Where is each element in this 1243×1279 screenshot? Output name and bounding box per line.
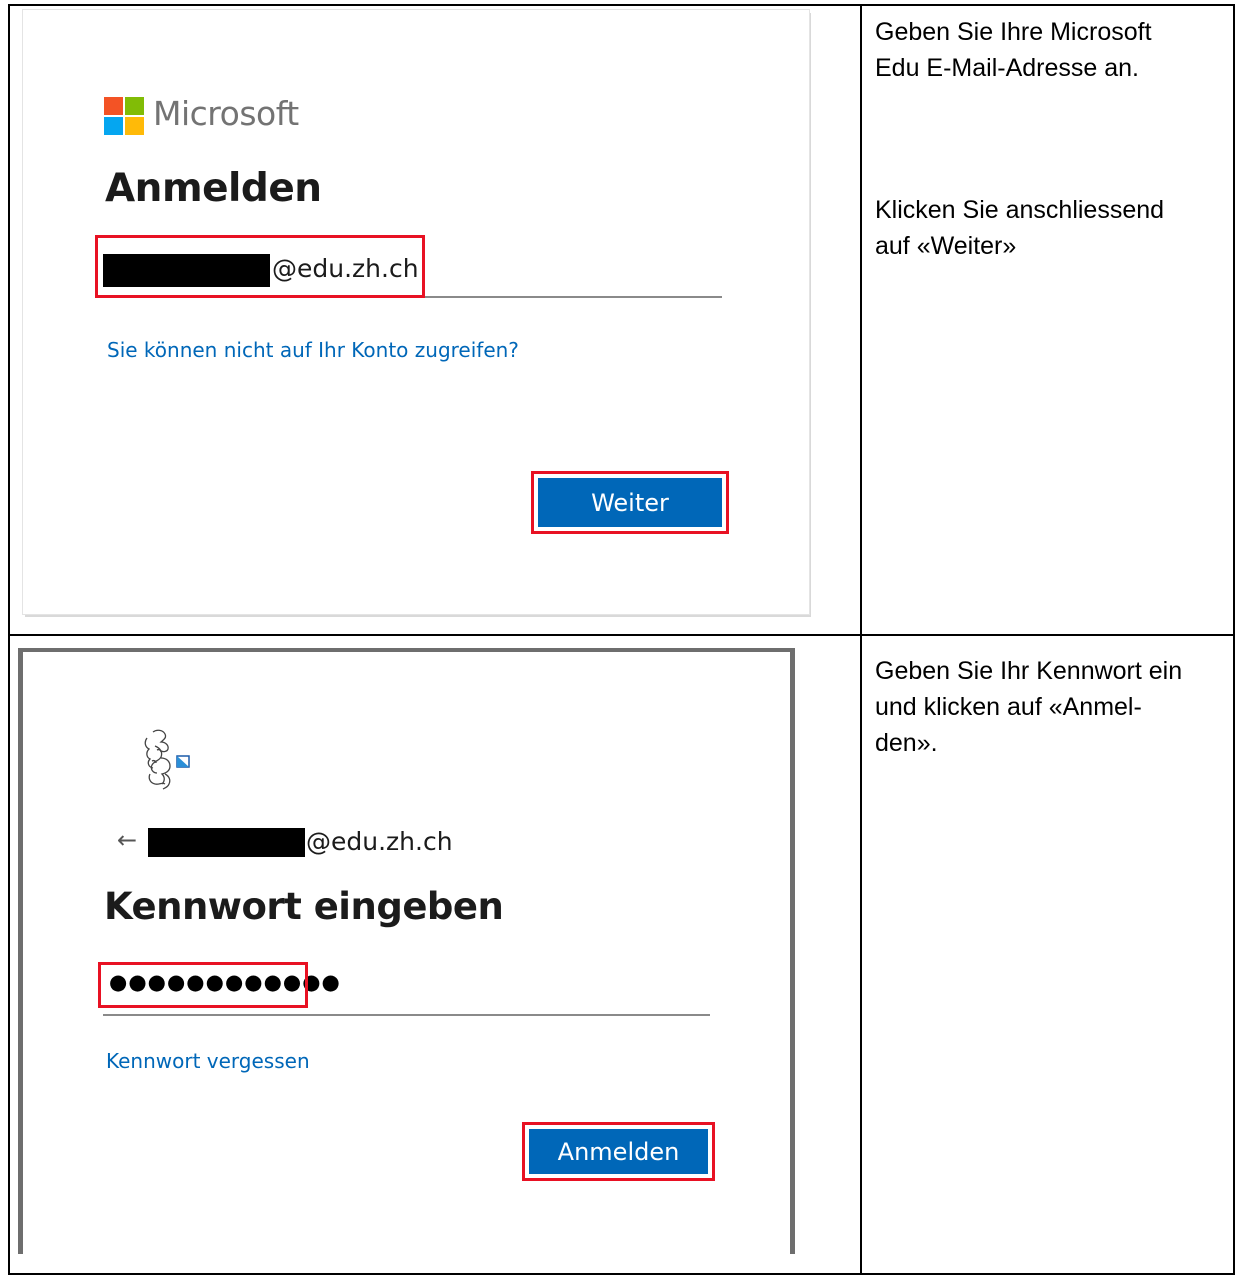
back-arrow-icon[interactable]: ← — [117, 826, 137, 854]
page-title: Anmelden — [105, 166, 322, 211]
instruction-email: Geben Sie Ihre Microsoft Edu E-Mail-Adre… — [875, 18, 1152, 82]
table-border-left — [8, 4, 10, 1275]
signin-button-highlight — [522, 1122, 715, 1181]
redacted-email-user — [148, 828, 305, 857]
password-panel-top-edge — [18, 648, 795, 652]
table-border-bottom — [8, 1273, 1235, 1275]
zurich-lion-logo-icon — [144, 729, 190, 790]
password-panel-left-edge — [18, 648, 23, 1254]
table-row-divider — [8, 634, 1235, 636]
instruction-next: Klicken Sie anschliessend auf «Weiter» — [875, 196, 1165, 260]
password-field-underline — [103, 1014, 710, 1016]
password-field-highlight[interactable] — [98, 962, 308, 1008]
table-column-divider — [860, 4, 862, 1275]
microsoft-logo-icon — [104, 97, 144, 135]
brand-name: Microsoft — [153, 94, 299, 133]
table-border-right — [1233, 4, 1235, 1275]
account-email: @edu.zh.ch — [306, 827, 453, 856]
email-field-highlight[interactable] — [95, 235, 425, 298]
password-panel-right-edge — [790, 648, 795, 1254]
forgot-password-link[interactable]: Kennwort vergessen — [106, 1049, 310, 1073]
page-title: Kennwort eingeben — [104, 885, 504, 928]
cant-access-account-link[interactable]: Sie können nicht auf Ihr Konto zugreifen… — [107, 338, 519, 362]
next-button-highlight — [531, 471, 729, 534]
table-border-top — [8, 4, 1235, 6]
instruction-password: Geben Sie Ihr Kennwort ein und klicken a… — [875, 657, 1183, 757]
